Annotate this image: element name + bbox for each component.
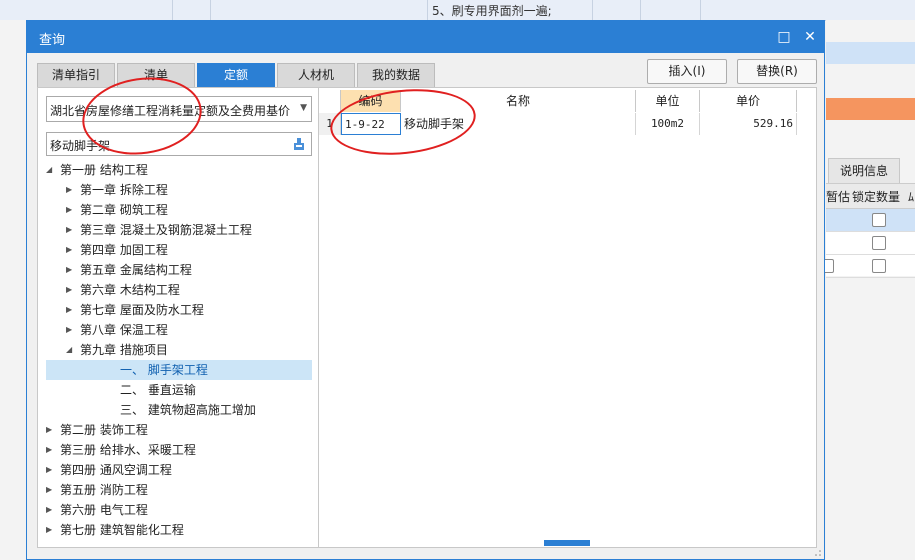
row-unit-cell[interactable]: 100m2 [636, 113, 700, 135]
tree-node-label: 第八章 保温工程 [80, 323, 168, 337]
background-row-text: 5、刷专用界面剂一遍; [432, 4, 552, 18]
lock-checkbox[interactable] [872, 236, 886, 250]
tab-quota[interactable]: 定额 [197, 63, 275, 87]
tree-node-label: 第六章 木结构工程 [80, 283, 180, 297]
collapsed-arrow-icon[interactable]: ▶ [66, 240, 72, 260]
tree-node[interactable]: ▶ 第七章 屋面及防水工程 [38, 300, 318, 320]
table-row [826, 232, 915, 255]
tree-node[interactable]: ▶ 第五章 金属结构工程 [38, 260, 318, 280]
tree-node-label: 第一章 拆除工程 [80, 183, 168, 197]
tree-node-label: 第七章 屋面及防水工程 [80, 303, 204, 317]
tree-node[interactable]: ▶ 第二册 装饰工程 [38, 420, 318, 440]
background-grid-header: 暂估 锁定数量 ﾑ [826, 184, 915, 209]
tree-node[interactable]: ▶ 第三章 混凝土及钢筋混凝土工程 [38, 220, 318, 240]
collapsed-arrow-icon[interactable]: ▶ [66, 180, 72, 200]
collapsed-arrow-icon[interactable]: ▶ [46, 480, 52, 500]
background-selected-row [826, 42, 915, 64]
col-estimate: 暂估 [826, 190, 851, 204]
tree-node[interactable]: ▶ 第二章 砌筑工程 [38, 200, 318, 220]
grid-header-unit[interactable]: 单位 [636, 90, 700, 112]
collapsed-arrow-icon[interactable]: ▶ [66, 260, 72, 280]
tree-node-label: 第九章 措施项目 [80, 343, 168, 357]
tree-node-label: 第二册 装饰工程 [60, 423, 148, 437]
tree-node-label: 第六册 电气工程 [60, 503, 148, 517]
tree-node-label: 第四章 加固工程 [80, 243, 168, 257]
restore-icon[interactable]: □ [774, 27, 794, 47]
table-row [826, 209, 915, 232]
tree-node-label: 第三册 给排水、采暖工程 [60, 443, 196, 457]
tree-node[interactable]: ▶ 第六册 电气工程 [38, 500, 318, 520]
tree-node-label: 第三章 混凝土及钢筋混凝土工程 [80, 223, 252, 237]
collapsed-arrow-icon[interactable]: ▶ [46, 520, 52, 540]
grid-line [210, 0, 211, 20]
tree-node-label: 第四册 通风空调工程 [60, 463, 172, 477]
expanded-arrow-icon[interactable]: ◢ [66, 340, 72, 360]
tree-node-label: 三、 建筑物超高施工增加 [120, 403, 256, 417]
dialog-title: 查询 [39, 33, 66, 48]
tree-node[interactable]: ▶ 第四章 加固工程 [38, 240, 318, 260]
search-icon[interactable] [292, 137, 306, 151]
tree-node[interactable]: 三、 建筑物超高施工增加 [38, 400, 318, 420]
col-partial: ﾑ [908, 190, 915, 204]
tree-node-label: 第七册 建筑智能化工程 [60, 523, 184, 537]
tree-node[interactable]: ▶ 第七册 建筑智能化工程 [38, 520, 318, 540]
collapsed-arrow-icon[interactable]: ▶ [66, 200, 72, 220]
collapsed-arrow-icon[interactable]: ▶ [66, 280, 72, 300]
grid-line [592, 0, 593, 20]
tree-node[interactable]: ▶ 第六章 木结构工程 [38, 280, 318, 300]
collapsed-arrow-icon[interactable]: ▶ [46, 460, 52, 480]
tree-node[interactable]: ◢ 第一册 结构工程 [38, 160, 318, 180]
collapsed-arrow-icon[interactable]: ▶ [46, 440, 52, 460]
background-highlight-row [826, 98, 915, 120]
background-left-strip [0, 20, 27, 560]
background-lock-grid: 暂估 锁定数量 ﾑ [820, 183, 915, 278]
collapsed-arrow-icon[interactable]: ▶ [66, 220, 72, 240]
chevron-down-icon[interactable]: ▼ [300, 103, 307, 113]
grid-header-index [319, 90, 341, 112]
close-icon[interactable]: ✕ [800, 27, 820, 47]
tree-node[interactable]: 二、 垂直运输 [38, 380, 318, 400]
resize-grip-icon[interactable] [814, 549, 822, 557]
tree-node[interactable]: ▶ 第一章 拆除工程 [38, 180, 318, 200]
tree-node-label: 一、 脚手架工程 [120, 363, 208, 377]
row-price-cell[interactable]: 529.16 [700, 113, 797, 135]
splitter-handle[interactable] [544, 540, 590, 546]
grid-line [172, 0, 173, 20]
collapsed-arrow-icon[interactable]: ▶ [66, 320, 72, 340]
grid-header-price[interactable]: 单价 [700, 90, 797, 112]
tree-node[interactable]: 一、 脚手架工程 [46, 360, 312, 380]
tree-node-label: 第二章 砌筑工程 [80, 203, 168, 217]
insert-button[interactable]: 插入(I) [647, 59, 727, 84]
replace-button[interactable]: 替换(R) [737, 59, 817, 84]
tree-node[interactable]: ▶ 第三册 给排水、采暖工程 [38, 440, 318, 460]
background-grid-top: 5、刷专用界面剂一遍; [0, 0, 915, 21]
quota-tree-panel: 湖北省房屋修缮工程消耗量定额及全费用基价表 ▼ 移动脚手架 ◢ 第一册 结构工程 ▶… [37, 87, 319, 548]
tree-node-label: 第五章 金属结构工程 [80, 263, 192, 277]
grid-line [640, 0, 641, 20]
tab-my-data[interactable]: 我的数据 [357, 63, 435, 87]
tab-bill-guide[interactable]: 清单指引 [37, 63, 115, 87]
grid-line [700, 0, 701, 20]
col-lock-quantity: 锁定数量 [852, 190, 901, 204]
lock-checkbox[interactable] [872, 259, 886, 273]
tree-node[interactable]: ▶ 第四册 通风空调工程 [38, 460, 318, 480]
expanded-arrow-icon[interactable]: ◢ [46, 160, 52, 180]
collapsed-arrow-icon[interactable]: ▶ [46, 500, 52, 520]
tree-node[interactable]: ▶ 第五册 消防工程 [38, 480, 318, 500]
lock-checkbox[interactable] [872, 213, 886, 227]
dialog-titlebar[interactable]: 查询 □ ✕ [27, 21, 824, 53]
grid-line [427, 0, 428, 20]
tree-node-label: 第一册 结构工程 [60, 163, 148, 177]
table-row [820, 255, 915, 278]
collapsed-arrow-icon[interactable]: ▶ [66, 300, 72, 320]
quota-grid-panel: 编码 名称 单位 单价 1 1-9-22 移动脚手架 100m2 529.16 [319, 87, 817, 548]
tab-labor-material-machine[interactable]: 人材机 [277, 63, 355, 87]
tree-node[interactable]: ▶ 第八章 保温工程 [38, 320, 318, 340]
tree-node-label: 二、 垂直运输 [120, 383, 196, 397]
tree-node-label: 第五册 消防工程 [60, 483, 148, 497]
tree-node[interactable]: ◢ 第九章 措施项目 [38, 340, 318, 360]
tab-description-info[interactable]: 说明信息 [828, 158, 900, 183]
collapsed-arrow-icon[interactable]: ▶ [46, 420, 52, 440]
